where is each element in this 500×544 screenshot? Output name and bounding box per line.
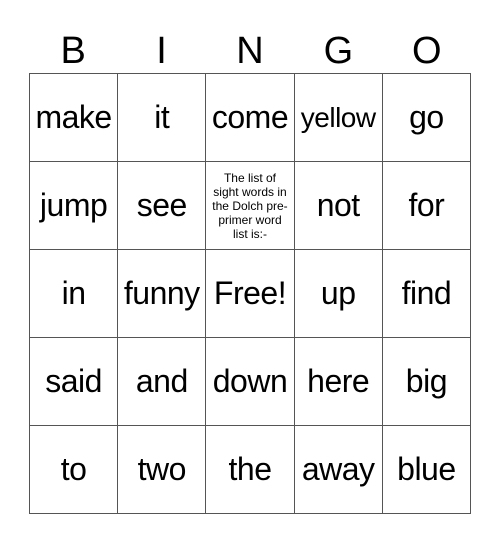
header-letter-o: O [411, 30, 442, 72]
bingo-cell[interactable]: and [118, 338, 207, 426]
bingo-cell[interactable]: big [382, 338, 471, 426]
bingo-cell[interactable]: here [294, 338, 383, 426]
header-letter-g: G [323, 30, 354, 72]
bingo-cell[interactable]: find [382, 250, 471, 338]
bingo-cell[interactable]: make [30, 74, 119, 162]
bingo-cell[interactable]: down [206, 338, 295, 426]
bingo-cell-description[interactable]: The list of sight words in the Dolch pre… [206, 162, 295, 250]
header-letter-b: B [60, 30, 86, 72]
bingo-cell[interactable]: blue [382, 426, 471, 514]
bingo-header: B I N G O [29, 30, 471, 73]
bingo-cell-free-space[interactable]: Free! [206, 250, 295, 338]
bingo-cell[interactable]: said [30, 338, 119, 426]
bingo-cell[interactable]: jump [30, 162, 119, 250]
bingo-cell[interactable]: not [294, 162, 383, 250]
bingo-cell[interactable]: funny [118, 250, 207, 338]
bingo-cell[interactable]: see [118, 162, 207, 250]
header-letter-i: I [156, 30, 167, 72]
bingo-cell[interactable]: away [294, 426, 383, 514]
bingo-cell[interactable]: yellow [294, 74, 383, 162]
bingo-cell[interactable]: go [382, 74, 471, 162]
bingo-card-grid: make it come yellow go jump see The list… [29, 73, 471, 514]
header-letter-n: N [236, 30, 264, 72]
bingo-cell[interactable]: two [118, 426, 207, 514]
bingo-cell[interactable]: come [206, 74, 295, 162]
bingo-cell[interactable]: to [30, 426, 119, 514]
bingo-cell[interactable]: the [206, 426, 295, 514]
bingo-cell[interactable]: up [294, 250, 383, 338]
bingo-cell[interactable]: in [30, 250, 119, 338]
bingo-cell[interactable]: for [382, 162, 471, 250]
bingo-cell[interactable]: it [118, 74, 207, 162]
